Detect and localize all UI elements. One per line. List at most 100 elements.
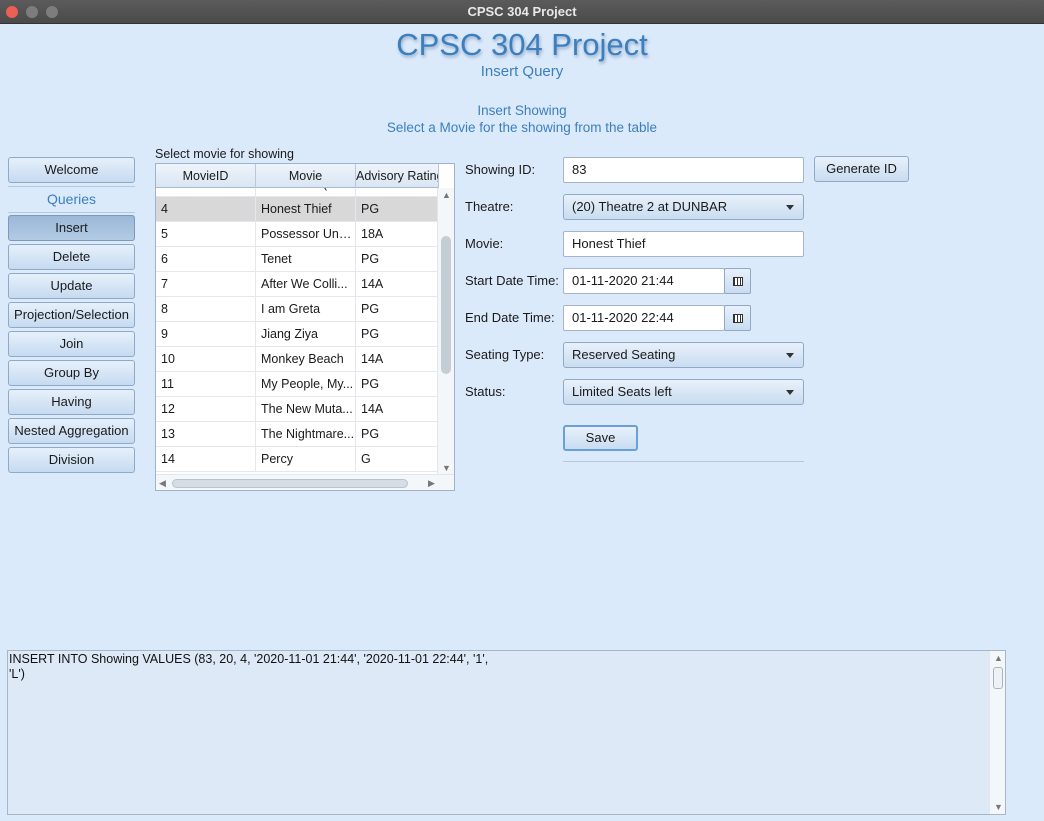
cell-movie-id: 13 — [156, 422, 256, 447]
table-vertical-scroll-thumb[interactable] — [441, 236, 451, 374]
scroll-down-arrow-icon[interactable]: ▼ — [994, 802, 1003, 812]
cell-movie-id: 11 — [156, 372, 256, 397]
seating-type-label: Seating Type: — [465, 347, 545, 362]
table-row[interactable]: 6 Tenet PG — [156, 247, 439, 272]
cell-movie-title: The New Muta... — [256, 397, 356, 422]
cell-movie-title: I am Greta — [256, 297, 356, 322]
scroll-up-arrow-icon[interactable]: ▲ — [442, 190, 451, 200]
cell-advisory-rating: PG — [356, 322, 439, 347]
form-separator — [563, 461, 804, 462]
movie-label: Movie: — [465, 236, 504, 251]
table-row[interactable]: 3Halloween (19...18A — [156, 188, 439, 197]
theatre-label: Theatre: — [465, 199, 514, 214]
showing-id-input[interactable]: 83 — [563, 157, 804, 183]
movie-table[interactable]: MovieID Movie Advisory Rating 3Halloween… — [155, 163, 455, 491]
sidebar-item-nested-aggregation[interactable]: Nested Aggregation — [8, 418, 135, 444]
sidebar-divider — [8, 186, 135, 187]
theatre-select-value: (20) Theatre 2 at DUNBAR — [572, 199, 728, 214]
table-row[interactable]: 14 Percy G — [156, 447, 439, 472]
status-label: Status: — [465, 384, 506, 399]
sidebar-item-update[interactable]: Update — [8, 273, 135, 299]
end-date-time-input[interactable]: 01-11-2020 22:44 — [563, 305, 725, 331]
cell-advisory-rating: PG — [356, 372, 439, 397]
main-content: CPSC 304 Project Insert Query Insert Sho… — [0, 25, 1044, 821]
column-header-movieid[interactable]: MovieID — [156, 164, 256, 188]
cell-advisory-rating: 18A — [356, 188, 439, 197]
section-hint: Select a Movie for the showing from the … — [386, 120, 658, 135]
sidebar-item-group-by[interactable]: Group By — [8, 360, 135, 386]
cell-movie-id: 12 — [156, 397, 256, 422]
table-row[interactable]: 10 Monkey Beach 14A — [156, 347, 439, 372]
scroll-up-arrow-icon[interactable]: ▲ — [994, 653, 1003, 663]
table-row[interactable]: 13 The Nightmare... PG — [156, 422, 439, 447]
cell-movie-title: After We Colli... — [256, 272, 356, 297]
cell-advisory-rating: PG — [356, 247, 439, 272]
generate-id-button[interactable]: Generate ID — [814, 156, 909, 182]
table-row[interactable]: 4 Honest Thief PG — [156, 197, 439, 222]
sidebar-item-join[interactable]: Join — [8, 331, 135, 357]
movie-input[interactable]: Honest Thief — [563, 231, 804, 257]
sidebar-item-division[interactable]: Division — [8, 447, 135, 473]
table-row[interactable]: 12 The New Muta... 14A — [156, 397, 439, 422]
sidebar-item-delete[interactable]: Delete — [8, 244, 135, 270]
page-title: CPSC 304 Project — [396, 27, 648, 62]
table-body: 3Halloween (19...18A4Honest ThiefPG5Poss… — [156, 188, 439, 475]
chevron-down-icon — [786, 353, 794, 358]
window-titlebar: CPSC 304 Project — [0, 0, 1044, 24]
output-vertical-scrollbar[interactable]: ▲ ▼ — [989, 651, 1005, 814]
table-horizontal-scroll-thumb[interactable] — [172, 479, 408, 488]
page-subtitle: Insert Query — [480, 63, 564, 80]
calendar-icon — [733, 277, 743, 286]
column-header-movie[interactable]: Movie — [256, 164, 356, 188]
scroll-right-arrow-icon[interactable]: ▶ — [428, 478, 435, 488]
seating-type-select[interactable]: Reserved Seating — [563, 342, 804, 368]
sidebar-item-having[interactable]: Having — [8, 389, 135, 415]
table-row[interactable]: 5 Possessor Unc... 18A — [156, 222, 439, 247]
column-header-advisory-rating[interactable]: Advisory Rating — [356, 164, 439, 188]
cell-movie-title: Tenet — [256, 247, 356, 272]
table-row[interactable]: 9 Jiang Ziya PG — [156, 322, 439, 347]
cell-movie-title: Monkey Beach — [256, 347, 356, 372]
start-date-picker-button[interactable] — [724, 268, 751, 294]
start-date-time-input[interactable]: 01-11-2020 21:44 — [563, 268, 725, 294]
end-date-time-label: End Date Time: — [465, 310, 555, 325]
cell-movie-title: Honest Thief — [256, 197, 356, 222]
sql-output-text: INSERT INTO Showing VALUES (83, 20, 4, '… — [9, 652, 489, 681]
table-row[interactable]: 7 After We Colli... 14A — [156, 272, 439, 297]
seating-type-select-value: Reserved Seating — [572, 347, 676, 362]
cell-advisory-rating: 18A — [356, 222, 439, 247]
theatre-select[interactable]: (20) Theatre 2 at DUNBAR — [563, 194, 804, 220]
table-horizontal-scrollbar[interactable]: ◀ ▶ — [156, 474, 454, 490]
scroll-left-arrow-icon[interactable]: ◀ — [159, 478, 166, 488]
save-button[interactable]: Save — [563, 425, 638, 451]
cell-movie-title: My People, My... — [256, 372, 356, 397]
scroll-down-arrow-icon[interactable]: ▼ — [442, 463, 451, 473]
sidebar-item-insert[interactable]: Insert — [8, 215, 135, 241]
cell-movie-title: The Nightmare... — [256, 422, 356, 447]
cell-movie-id: 4 — [156, 197, 256, 222]
table-vertical-scrollbar[interactable]: ▲ ▼ — [437, 188, 454, 475]
status-select[interactable]: Limited Seats left — [563, 379, 804, 405]
cell-advisory-rating: PG — [356, 197, 439, 222]
end-date-picker-button[interactable] — [724, 305, 751, 331]
cell-movie-id: 5 — [156, 222, 256, 247]
queries-heading: Queries — [46, 191, 97, 207]
cell-advisory-rating: 14A — [356, 347, 439, 372]
cell-movie-title: Jiang Ziya — [256, 322, 356, 347]
cell-movie-id: 8 — [156, 297, 256, 322]
cell-movie-id: 3 — [156, 188, 256, 197]
cell-advisory-rating: PG — [356, 422, 439, 447]
output-scroll-thumb[interactable] — [993, 667, 1003, 689]
cell-movie-id: 14 — [156, 447, 256, 472]
sql-output-area[interactable]: INSERT INTO Showing VALUES (83, 20, 4, '… — [7, 650, 1006, 815]
cell-movie-id: 7 — [156, 272, 256, 297]
table-row[interactable]: 11 My People, My... PG — [156, 372, 439, 397]
sidebar-item-projection-selection[interactable]: Projection/Selection — [8, 302, 135, 328]
window-title: CPSC 304 Project — [467, 4, 577, 19]
table-row[interactable]: 8I am Greta PG — [156, 297, 439, 322]
table-header: MovieID Movie Advisory Rating — [156, 164, 439, 188]
cell-movie-title: Percy — [256, 447, 356, 472]
sidebar-divider — [8, 212, 135, 213]
showing-id-label: Showing ID: — [465, 162, 536, 177]
welcome-button[interactable]: Welcome — [8, 157, 135, 183]
